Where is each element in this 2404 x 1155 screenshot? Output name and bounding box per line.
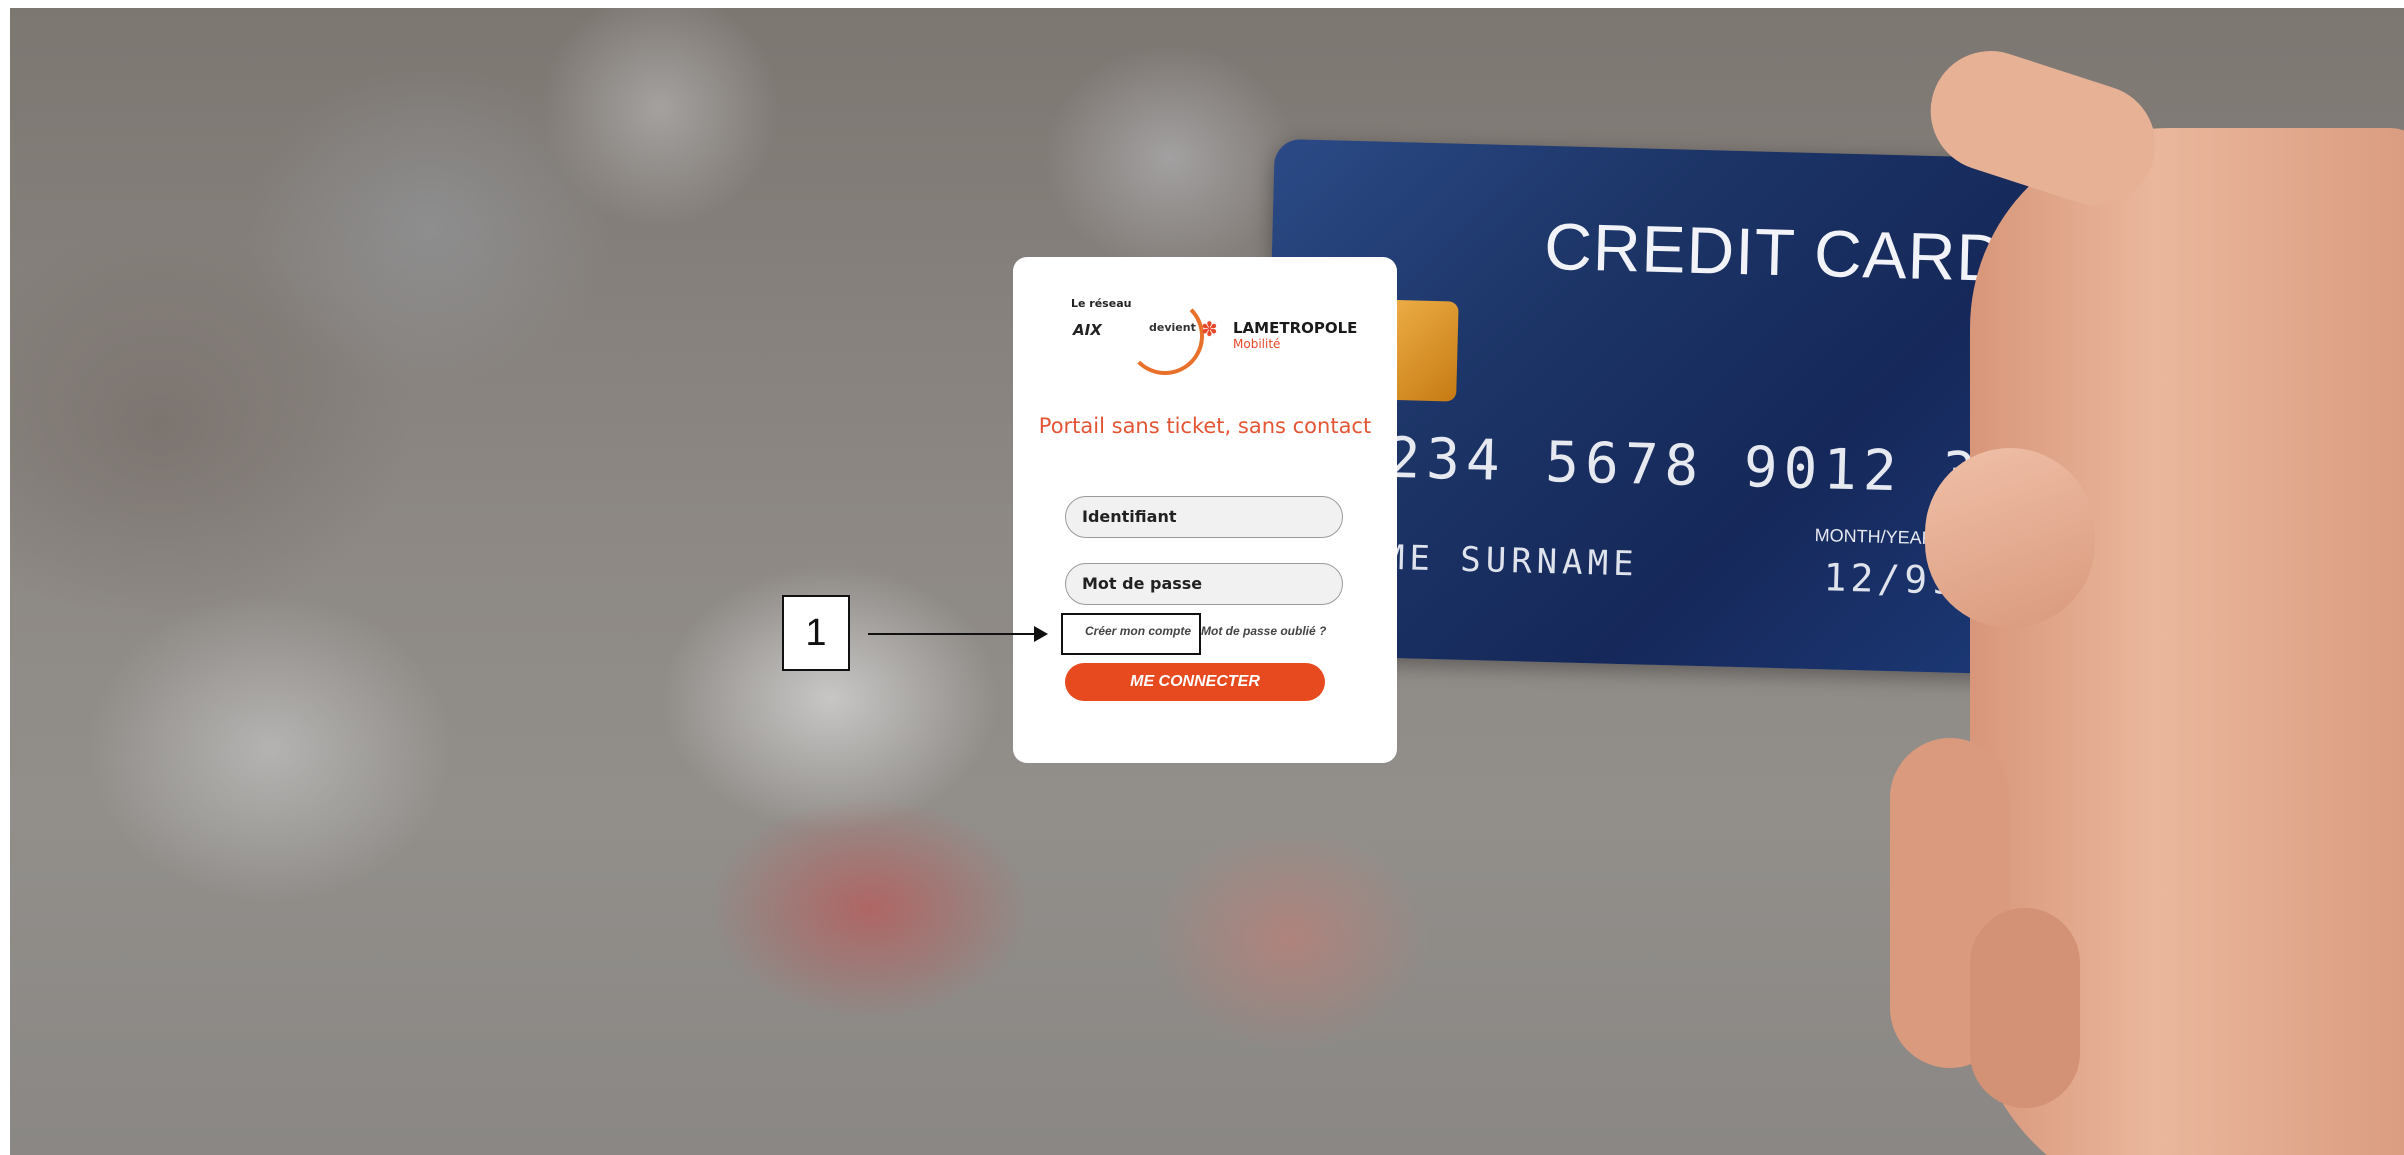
identifier-input[interactable]: Identifiant [1065, 496, 1343, 538]
logo-metropole-text: LAMETROPOLE [1233, 319, 1358, 337]
card-expiry-label: MONTH/YEAR [1814, 525, 1935, 549]
connect-button[interactable]: ME CONNECTER [1065, 663, 1325, 701]
metropole-mark-icon: ✽ [1201, 317, 1218, 341]
annotation-callout-box: 1 [782, 595, 850, 671]
portal-title: Portail sans ticket, sans contact [1038, 414, 1372, 438]
logo-devient-text: devient [1149, 321, 1196, 334]
card-name: ME SURNAME [1383, 537, 1640, 585]
annotation-arrow-line [868, 633, 1044, 635]
hand-thumb [1925, 448, 2095, 628]
logo-arc-icon [1126, 297, 1204, 375]
credit-card-title: CREDIT CARD [1543, 208, 2006, 295]
logo-small-text: Le réseau [1071, 297, 1132, 310]
password-input[interactable]: Mot de passe [1065, 563, 1343, 605]
annotation-highlight-box [1061, 613, 1201, 655]
logo-mobilite-text: Mobilité [1233, 337, 1281, 351]
login-panel: Le réseau AIX devient ✽ LAMETROPOLE Mobi… [1013, 257, 1397, 763]
forgot-password-link[interactable]: Mot de passe oublié ? [1201, 624, 1326, 638]
logo-aix-text: AIX [1073, 321, 1102, 339]
hand-finger [1970, 908, 2080, 1108]
annotation-arrow-icon [1034, 626, 1048, 642]
network-logo: Le réseau AIX devient ✽ LAMETROPOLE Mobi… [1071, 297, 1357, 375]
